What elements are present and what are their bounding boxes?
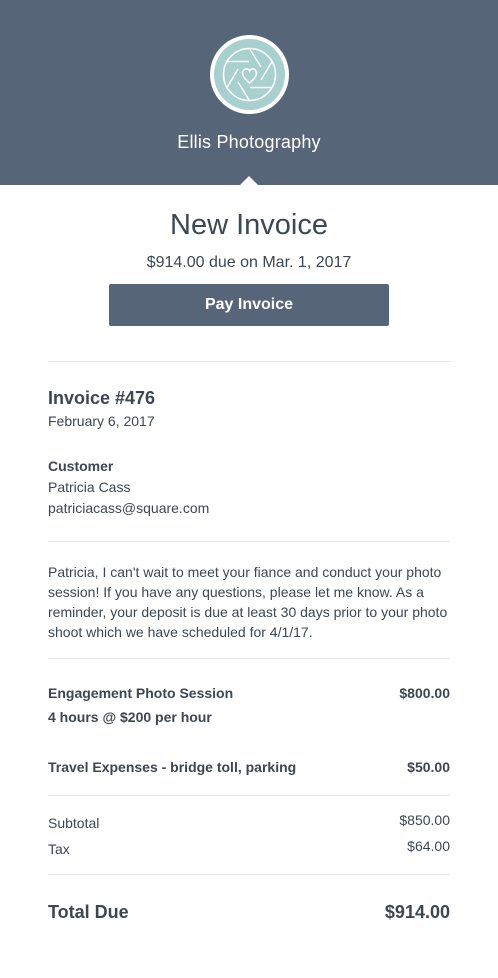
line-item-name: Engagement Photo Session [48,685,234,701]
divider [48,361,450,362]
camera-aperture-heart-icon [214,39,285,110]
invoice-number: Invoice #476 [48,388,156,408]
line-item-name: Travel Expenses - bridge toll, parking [48,759,297,775]
customer-name: Patricia Cass [48,479,131,495]
amount-due-line: $914.00 due on Mar. 1, 2017 [146,254,352,271]
divider [48,874,450,875]
invoice-header: Ellis Photography [0,0,498,185]
divider [48,658,450,659]
line-item-amount: $800.00 [399,685,450,701]
total-due-amount: $914.00 [384,902,450,922]
invoice-message: Patricia, I can't wait to meet your fian… [48,564,448,640]
tax-label: Tax [48,841,70,857]
invoice-title: New Invoice [170,209,328,241]
divider [48,795,450,796]
subtotal-amount: $850.00 [399,812,450,828]
customer-label: Customer [48,458,114,474]
pay-invoice-button[interactable]: Pay Invoice [109,284,389,326]
header-pointer [240,176,258,185]
tax-amount: $64.00 [407,838,450,854]
customer-email: patriciacass@square.com [48,500,210,516]
line-item-amount: $50.00 [407,759,450,775]
business-logo [210,35,289,114]
line-item-detail: 4 hours @ $200 per hour [48,709,212,725]
total-due-label: Total Due [48,902,129,922]
invoice-date: February 6, 2017 [48,413,155,429]
business-name: Ellis Photography [177,132,321,152]
divider [48,541,450,542]
subtotal-label: Subtotal [48,815,100,831]
